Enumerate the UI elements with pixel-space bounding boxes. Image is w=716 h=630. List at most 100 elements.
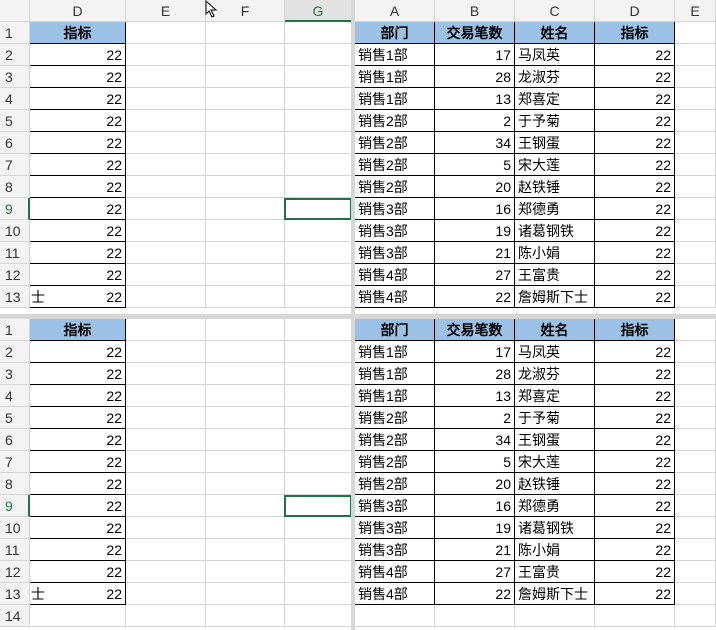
dept-cell[interactable]: 销售1部 — [355, 44, 435, 66]
dept-cell[interactable]: 销售4部 — [355, 264, 435, 286]
cell[interactable] — [206, 44, 285, 66]
cell[interactable] — [206, 88, 285, 110]
row-header-1[interactable]: 1 — [0, 319, 30, 341]
cell[interactable] — [285, 132, 351, 154]
cell[interactable] — [285, 407, 351, 429]
row-header-6[interactable]: 6 — [0, 429, 30, 451]
row-header-7[interactable]: 7 — [0, 451, 30, 473]
cell[interactable] — [675, 264, 716, 286]
name-cell[interactable]: 诸葛钢铁 — [515, 220, 595, 242]
name-cell[interactable]: 诸葛钢铁 — [515, 517, 595, 539]
cell[interactable] — [206, 363, 285, 385]
target-cell[interactable]: 22 — [30, 429, 126, 451]
dept-cell[interactable]: 销售2部 — [355, 132, 435, 154]
target-cell[interactable]: 22 — [595, 429, 675, 451]
cell[interactable] — [675, 407, 716, 429]
count-cell[interactable]: 19 — [435, 220, 515, 242]
name-cell[interactable]: 郑德勇 — [515, 198, 595, 220]
row-header-5[interactable]: 5 — [0, 407, 30, 429]
cell[interactable] — [206, 264, 285, 286]
cell[interactable] — [285, 363, 351, 385]
cell[interactable] — [285, 429, 351, 451]
cell[interactable] — [126, 539, 206, 561]
header-cell-target[interactable]: 指标 — [30, 22, 126, 44]
count-cell[interactable]: 34 — [435, 132, 515, 154]
header-cell-name[interactable]: 姓名 — [515, 319, 595, 341]
row-header-12[interactable]: 12 — [0, 561, 30, 583]
cell[interactable] — [126, 264, 206, 286]
row-header-8[interactable]: 8 — [0, 176, 30, 198]
count-cell[interactable]: 22 — [435, 286, 515, 308]
cell[interactable] — [126, 198, 206, 220]
row-header-8[interactable]: 8 — [0, 473, 30, 495]
cell[interactable] — [675, 132, 716, 154]
target-cell[interactable]: 22 — [30, 220, 126, 242]
row-header-6[interactable]: 6 — [0, 132, 30, 154]
name-cell[interactable]: 龙淑芬 — [515, 363, 595, 385]
target-cell[interactable]: 22 — [30, 44, 126, 66]
cell[interactable] — [126, 242, 206, 264]
name-cell[interactable]: 马凤英 — [515, 341, 595, 363]
target-cell[interactable]: 22 — [30, 132, 126, 154]
dept-cell[interactable]: 销售3部 — [355, 220, 435, 242]
target-cell[interactable]: 22 — [595, 198, 675, 220]
header-cell-name[interactable]: 姓名 — [515, 22, 595, 44]
cell[interactable] — [675, 429, 716, 451]
target-cell[interactable]: 22 — [595, 407, 675, 429]
name-cell[interactable]: 郑喜定 — [515, 88, 595, 110]
cell[interactable] — [126, 110, 206, 132]
cell[interactable] — [675, 44, 716, 66]
column-header-B[interactable]: B — [435, 0, 515, 22]
cell[interactable] — [126, 407, 206, 429]
cell[interactable] — [675, 319, 716, 341]
cell[interactable] — [675, 242, 716, 264]
target-cell[interactable]: 22 — [30, 341, 126, 363]
target-cell[interactable]: 22 — [595, 385, 675, 407]
count-cell[interactable]: 13 — [435, 88, 515, 110]
target-cell[interactable]: 22 — [595, 88, 675, 110]
cell[interactable] — [285, 583, 351, 605]
target-cell[interactable]: 22 — [30, 517, 126, 539]
cell[interactable] — [285, 385, 351, 407]
cell[interactable] — [126, 44, 206, 66]
cell[interactable] — [675, 385, 716, 407]
cell[interactable] — [675, 473, 716, 495]
target-cell[interactable]: 22 — [30, 88, 126, 110]
cell[interactable] — [595, 605, 675, 627]
cell[interactable] — [675, 66, 716, 88]
column-header-D[interactable]: D — [30, 0, 126, 22]
dept-cell[interactable]: 销售2部 — [355, 154, 435, 176]
column-header-A[interactable]: A — [355, 0, 435, 22]
cell[interactable] — [675, 561, 716, 583]
target-cell[interactable]: 22 — [30, 176, 126, 198]
count-cell[interactable]: 19 — [435, 517, 515, 539]
name-cell[interactable]: 龙淑芬 — [515, 66, 595, 88]
count-cell[interactable]: 34 — [435, 429, 515, 451]
cell[interactable] — [126, 473, 206, 495]
cell[interactable] — [206, 22, 285, 44]
cell[interactable] — [285, 88, 351, 110]
header-cell-dept[interactable]: 部门 — [355, 319, 435, 341]
cell[interactable] — [675, 517, 716, 539]
dept-cell[interactable]: 销售2部 — [355, 429, 435, 451]
cell[interactable] — [126, 517, 206, 539]
count-cell[interactable]: 17 — [435, 341, 515, 363]
dept-cell[interactable]: 销售2部 — [355, 473, 435, 495]
cell[interactable] — [206, 517, 285, 539]
row-header-9[interactable]: 9 — [0, 495, 30, 517]
name-cell[interactable]: 于予菊 — [515, 110, 595, 132]
dept-cell[interactable]: 销售4部 — [355, 286, 435, 308]
target-cell[interactable]: 22 — [595, 242, 675, 264]
name-cell[interactable]: 郑德勇 — [515, 495, 595, 517]
cell[interactable] — [126, 132, 206, 154]
cell[interactable] — [675, 451, 716, 473]
name-cell[interactable]: 陈小娟 — [515, 242, 595, 264]
count-cell[interactable]: 13 — [435, 385, 515, 407]
cell[interactable] — [206, 385, 285, 407]
target-cell[interactable]: 22 — [30, 154, 126, 176]
row-header-13[interactable]: 13 — [0, 286, 30, 308]
name-cell[interactable]: 王钢蛋 — [515, 429, 595, 451]
dept-cell[interactable]: 销售2部 — [355, 407, 435, 429]
name-cell[interactable]: 王富贵 — [515, 561, 595, 583]
cell[interactable] — [206, 451, 285, 473]
